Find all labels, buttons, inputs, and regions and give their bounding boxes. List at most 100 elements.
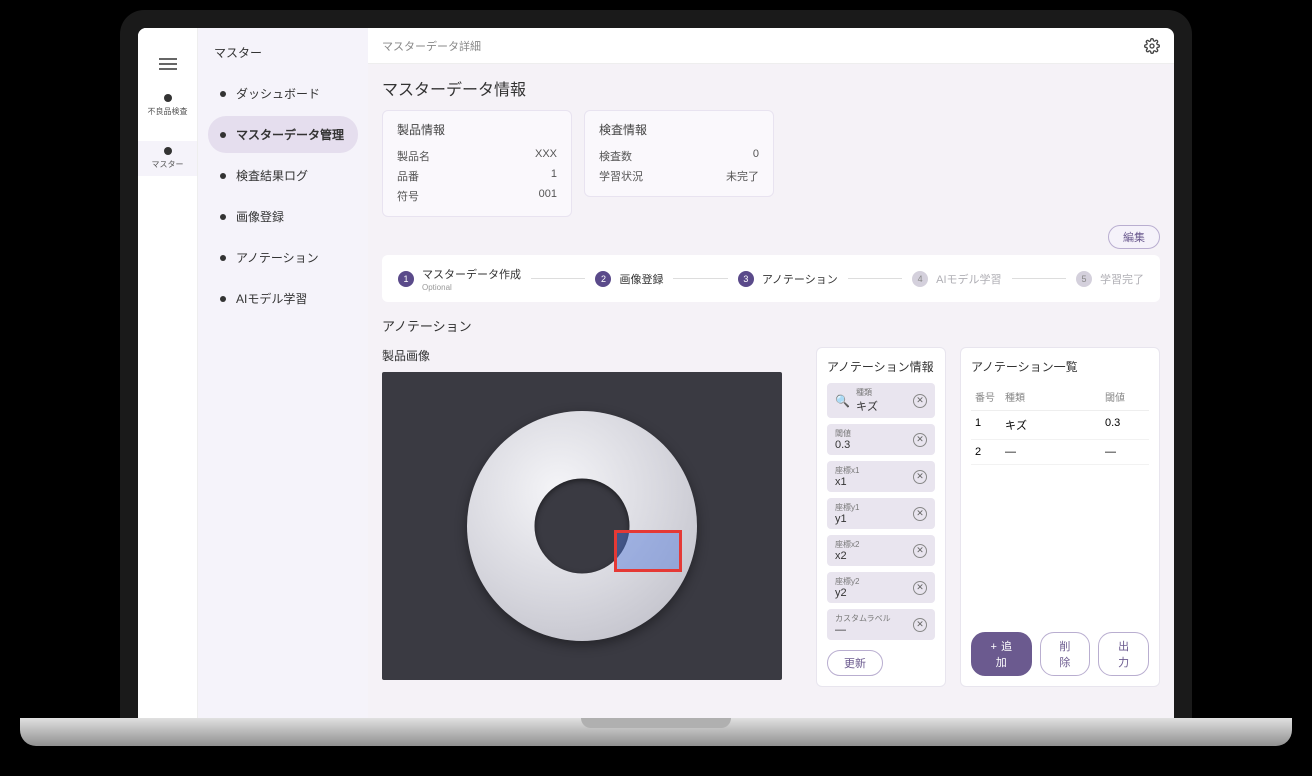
bullet-icon [220,255,226,261]
dot-icon [164,147,172,155]
sidebar: マスター ダッシュボード マスターデータ管理 検査結果ログ 画像登録 アノテーシ… [198,28,368,720]
top-bar: マスターデータ詳細 [368,28,1174,64]
icon-rail: 不良品検査 マスター [138,28,198,720]
field-value: y1 [835,513,907,525]
page-title: マスターデータ情報 [382,76,1160,100]
step-label: AIモデル学習 [936,271,1001,287]
sidebar-title: マスター [208,44,358,61]
clear-icon[interactable]: ✕ [913,507,927,521]
td: — [1005,446,1105,458]
step-number-icon: 4 [912,271,928,287]
step-1[interactable]: 1 マスターデータ作成 Optional [398,265,521,292]
hamburger-icon[interactable] [159,58,177,70]
sidebar-item-label: アノテーション [236,249,319,266]
field-threshold[interactable]: 閾値 0.3 ✕ [827,424,935,455]
field-x2[interactable]: 座標x2 x2 ✕ [827,535,935,566]
sidebar-item-dashboard[interactable]: ダッシュボード [208,75,358,112]
sidebar-item-annotation[interactable]: アノテーション [208,239,358,276]
kv-key: 符号 [397,188,419,204]
rail-label: 不良品検査 [148,106,188,117]
sidebar-item-image-register[interactable]: 画像登録 [208,198,358,235]
card-title: 検査情報 [599,121,759,138]
step-2[interactable]: 2 画像登録 [595,271,663,287]
field-label: 座標y2 [835,576,907,587]
rail-item-defect-inspection[interactable]: 不良品検査 [138,88,197,123]
field-y2[interactable]: 座標y2 y2 ✕ [827,572,935,603]
column-title: アノテーション一覧 [971,358,1149,375]
kv-key: 製品名 [397,148,430,164]
stepper: 1 マスターデータ作成 Optional 2 画像登録 3 アノ [382,255,1160,302]
field-value: x2 [835,550,907,562]
clear-icon[interactable]: ✕ [913,618,927,632]
th-no: 番号 [975,389,1005,404]
table-row[interactable]: 1 キズ 0.3 [971,411,1149,440]
field-y1[interactable]: 座標y1 y1 ✕ [827,498,935,529]
update-button[interactable]: 更新 [827,650,883,676]
sidebar-item-ai-model[interactable]: AIモデル学習 [208,280,358,317]
breadcrumb: マスターデータ詳細 [382,38,481,54]
clear-icon[interactable]: ✕ [913,581,927,595]
product-image-column: 製品画像 [382,347,802,687]
clear-icon[interactable]: ✕ [913,544,927,558]
rail-label: マスター [152,159,184,170]
field-label: 閾値 [835,428,907,439]
field-x1[interactable]: 座標x1 x1 ✕ [827,461,935,492]
washer-graphic [467,411,697,641]
kv-value: 1 [551,168,557,184]
rail-item-master[interactable]: マスター [138,141,197,176]
table-header: 番号 種類 閾値 [971,383,1149,411]
clear-icon[interactable]: ✕ [913,433,927,447]
table-row[interactable]: 2 — — [971,440,1149,465]
gear-icon[interactable] [1144,38,1160,54]
th-type: 種類 [1005,389,1105,404]
field-type[interactable]: 🔍 種類 キズ ✕ [827,383,935,418]
kv-value: 001 [539,188,557,204]
export-button[interactable]: 出力 [1098,632,1149,676]
step-number-icon: 1 [398,271,414,287]
bullet-icon [220,214,226,220]
field-label: 座標x1 [835,465,907,476]
step-5[interactable]: 5 学習完了 [1076,271,1144,287]
step-label: マスターデータ作成 [422,269,521,281]
td: キズ [1005,417,1105,433]
field-label: 座標x2 [835,539,907,550]
field-value: 0.3 [835,439,907,451]
annotation-bounding-box[interactable] [614,530,682,572]
delete-button[interactable]: 削除 [1040,632,1091,676]
bullet-icon [220,91,226,97]
field-label: カスタムラベル [835,613,907,624]
main: マスターデータ詳細 マスターデータ情報 製品情報 製品名XXX 品番1 符号00… [368,28,1174,720]
edit-button[interactable]: 編集 [1108,225,1160,249]
th-threshold: 閾値 [1105,389,1145,404]
sidebar-item-inspection-log[interactable]: 検査結果ログ [208,157,358,194]
field-value: キズ [856,398,907,414]
sidebar-item-label: 画像登録 [236,208,284,225]
sidebar-item-master-data[interactable]: マスターデータ管理 [208,116,358,153]
kv-key: 品番 [397,168,419,184]
field-custom-label[interactable]: カスタムラベル — ✕ [827,609,935,640]
step-3[interactable]: 3 アノテーション [738,271,838,287]
section-title: アノテーション [382,316,1160,335]
field-label: 座標y1 [835,502,907,513]
kv-key: 学習状況 [599,168,643,184]
bullet-icon [220,173,226,179]
td: 2 [975,446,1005,458]
sidebar-item-label: マスターデータ管理 [236,126,344,143]
clear-icon[interactable]: ✕ [913,394,927,408]
field-value: — [835,624,907,636]
kv-value: XXX [535,148,557,164]
step-number-icon: 3 [738,271,754,287]
inspection-info-card: 検査情報 検査数0 学習状況未完了 [584,110,774,197]
step-4[interactable]: 4 AIモデル学習 [912,271,1001,287]
plus-icon: + [991,641,997,653]
sidebar-item-label: 検査結果ログ [236,167,308,184]
step-label: アノテーション [762,271,838,287]
product-image[interactable] [382,372,782,680]
td: 1 [975,417,1005,433]
td: 0.3 [1105,417,1145,433]
step-label: 画像登録 [619,271,663,287]
bullet-icon [220,296,226,302]
clear-icon[interactable]: ✕ [913,470,927,484]
add-button[interactable]: +追加 [971,632,1032,676]
step-sublabel: Optional [422,283,521,292]
